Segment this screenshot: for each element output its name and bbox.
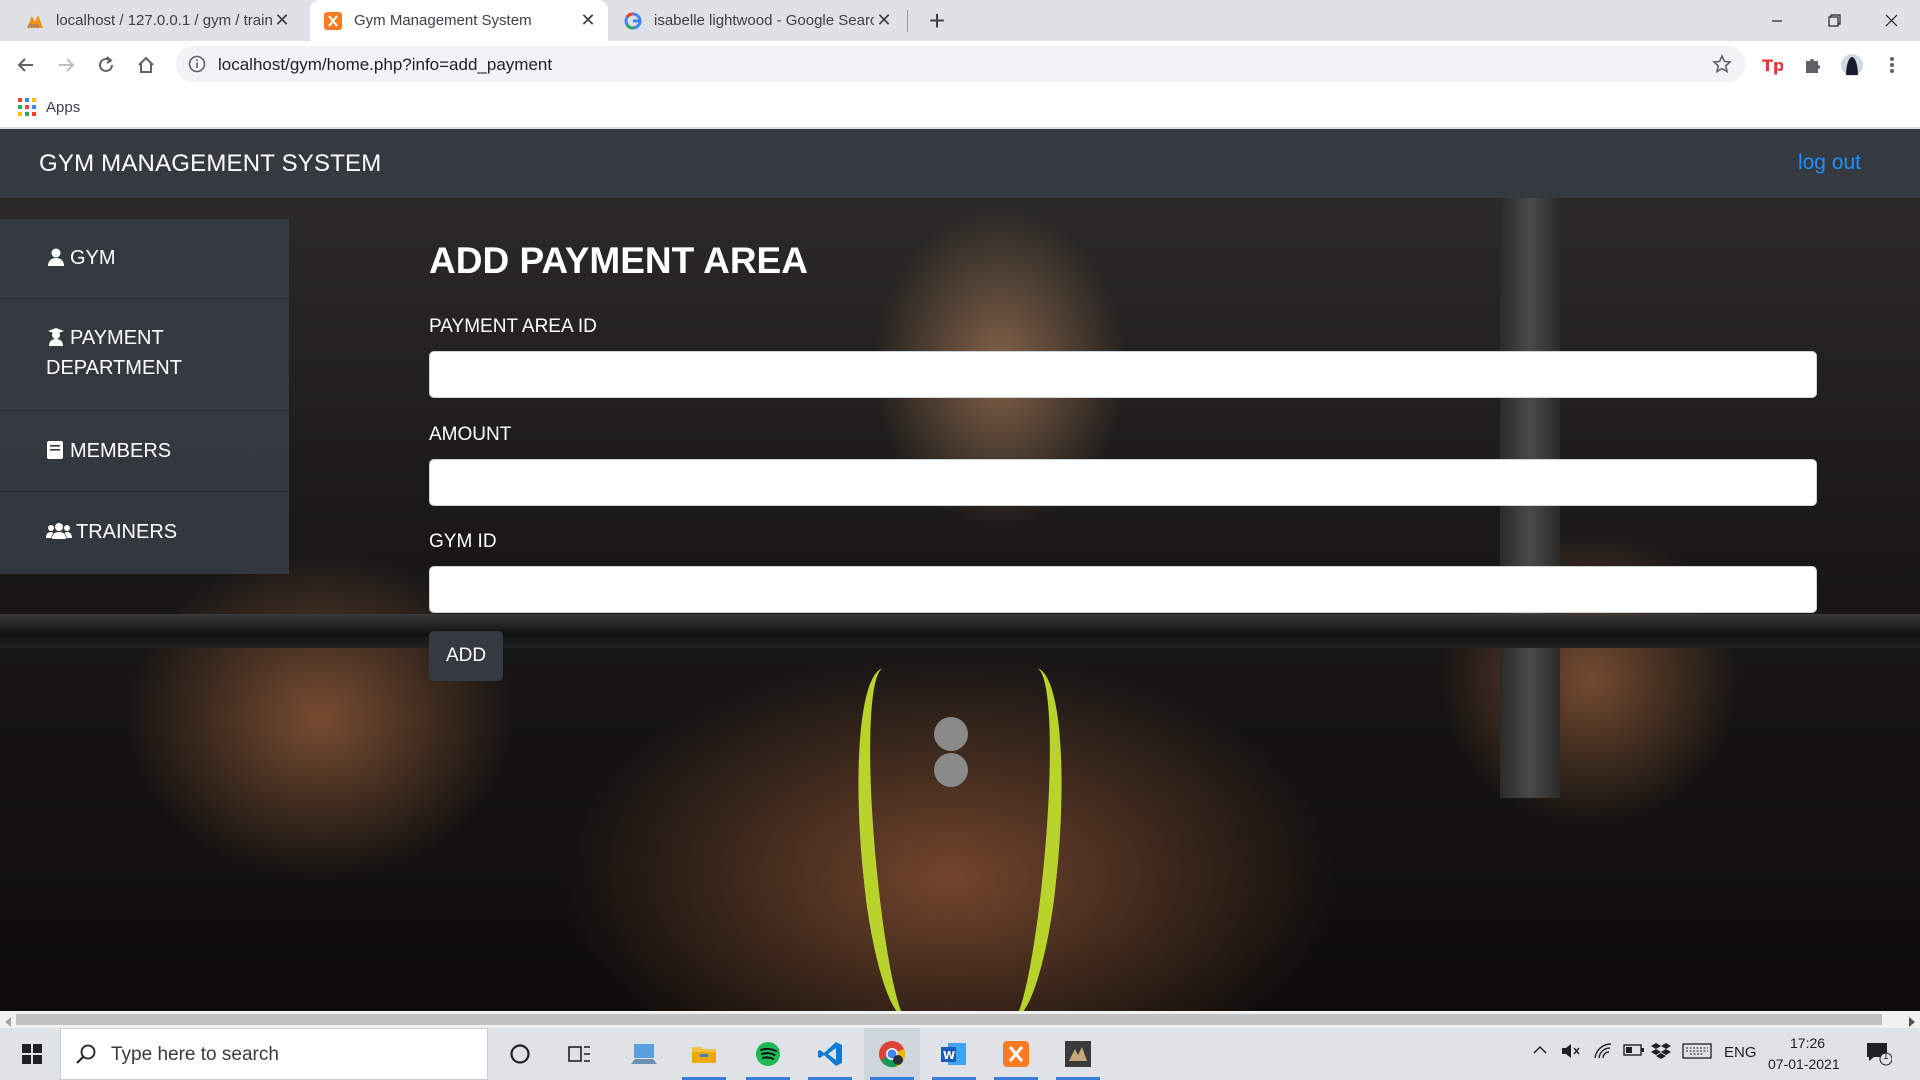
search-placeholder: Type here to search bbox=[111, 1044, 279, 1065]
add-button[interactable]: ADD bbox=[429, 631, 503, 681]
tab-title: isabelle lightwood - Google Search bbox=[654, 12, 874, 29]
url-text: localhost/gym/home.php?info=add_payment bbox=[218, 55, 553, 74]
sports-bra-strap-left bbox=[841, 665, 949, 1011]
app-navbar: GYM MANAGEMENT SYSTEM log out bbox=[0, 129, 1920, 198]
windows-taskbar: Type here to search W ENG 17:26 07-01-20… bbox=[0, 1028, 1920, 1080]
sidebar-item-label: PAYMENT DEPARTMENT bbox=[46, 327, 182, 379]
tp-extension-icon[interactable]: Tp bbox=[1754, 47, 1790, 83]
notification-center-icon[interactable]: 1 bbox=[1866, 1042, 1893, 1071]
app-brand[interactable]: GYM MANAGEMENT SYSTEM bbox=[39, 150, 381, 178]
apps-label: Apps bbox=[46, 98, 81, 116]
tab-separator bbox=[907, 10, 908, 32]
language-indicator[interactable]: ENG bbox=[1724, 1044, 1757, 1061]
bra-detail-dot bbox=[934, 717, 968, 751]
page-title: ADD PAYMENT AREA bbox=[429, 240, 808, 281]
bookmark-star-icon[interactable] bbox=[1712, 54, 1732, 79]
restore-button[interactable] bbox=[1811, 0, 1857, 41]
gym-id-label: GYM ID bbox=[429, 531, 497, 552]
close-tab-icon[interactable]: ✕ bbox=[874, 10, 894, 31]
site-info-icon[interactable] bbox=[188, 55, 206, 78]
back-arrow-icon[interactable] bbox=[8, 47, 44, 83]
home-icon[interactable] bbox=[128, 47, 164, 83]
gym-id-input[interactable] bbox=[429, 566, 1817, 613]
reload-icon[interactable] bbox=[88, 47, 124, 83]
book-icon bbox=[46, 439, 66, 459]
clock-time[interactable]: 17:26 bbox=[1790, 1035, 1825, 1051]
task-view-icon[interactable] bbox=[552, 1028, 608, 1080]
wifi-icon[interactable] bbox=[1593, 1042, 1613, 1065]
notification-count: 1 bbox=[1883, 1051, 1889, 1062]
browser-tab-google[interactable]: isabelle lightwood - Google Search ✕ bbox=[610, 0, 904, 41]
spotify-icon[interactable] bbox=[740, 1028, 796, 1080]
sidebar-item-payment-department[interactable]: PAYMENT DEPARTMENT bbox=[0, 299, 289, 411]
sidebar-item-label: GYM bbox=[70, 247, 116, 269]
tab-title: localhost / 127.0.0.1 / gym / trainers bbox=[56, 12, 272, 29]
bra-detail-dot bbox=[934, 753, 968, 787]
sidebar-item-trainers[interactable]: TRAINERS bbox=[0, 492, 289, 574]
battery-icon[interactable] bbox=[1623, 1043, 1645, 1062]
tab-title: Gym Management System bbox=[354, 12, 532, 29]
close-tab-icon[interactable]: ✕ bbox=[272, 10, 292, 31]
browser-toolbar: localhost/gym/home.php?info=add_payment … bbox=[0, 41, 1920, 88]
file-explorer-icon[interactable] bbox=[676, 1028, 732, 1080]
google-icon bbox=[624, 12, 642, 30]
taskbar-search-box[interactable]: Type here to search bbox=[60, 1028, 488, 1080]
close-tab-icon[interactable]: ✕ bbox=[578, 10, 598, 31]
address-bar[interactable]: localhost/gym/home.php?info=add_payment bbox=[176, 46, 1746, 82]
new-tab-button[interactable]: + bbox=[920, 4, 954, 38]
close-window-button[interactable] bbox=[1868, 0, 1914, 41]
browser-tab-phpmyadmin[interactable]: PMA localhost / 127.0.0.1 / gym / traine… bbox=[12, 0, 302, 41]
chrome-menu-icon[interactable] bbox=[1874, 47, 1910, 83]
amount-input[interactable] bbox=[429, 459, 1817, 506]
user-icon bbox=[46, 246, 66, 266]
svg-text:W: W bbox=[943, 1049, 955, 1062]
profile-avatar[interactable] bbox=[1834, 47, 1870, 83]
computer-app-icon[interactable] bbox=[616, 1028, 672, 1080]
chrome-taskbar-icon[interactable] bbox=[864, 1028, 920, 1080]
forward-arrow-icon[interactable] bbox=[48, 47, 84, 83]
bookmarks-bar: Apps bbox=[0, 88, 1920, 128]
user-graduate-icon bbox=[46, 326, 66, 346]
xampp-icon bbox=[324, 11, 342, 30]
sidebar-item-label: MEMBERS bbox=[70, 440, 172, 462]
logout-link[interactable]: log out bbox=[1798, 151, 1861, 175]
svg-text:Tp: Tp bbox=[1762, 56, 1783, 75]
dropbox-icon[interactable] bbox=[1651, 1042, 1671, 1065]
vscode-icon[interactable] bbox=[802, 1028, 858, 1080]
sidebar-item-members[interactable]: MEMBERS bbox=[0, 411, 289, 492]
sports-bra-strap-right bbox=[971, 665, 1079, 1011]
minimize-button[interactable] bbox=[1754, 0, 1800, 41]
sidebar-item-label: TRAINERS bbox=[76, 521, 178, 543]
scrollbar-thumb[interactable] bbox=[16, 1014, 1882, 1025]
svg-text:PMA: PMA bbox=[28, 24, 39, 29]
page-viewport: GYM MANAGEMENT SYSTEM log out GYM PAYMEN… bbox=[0, 129, 1920, 1011]
word-icon[interactable]: W bbox=[926, 1028, 982, 1080]
windows-start-icon[interactable] bbox=[4, 1028, 60, 1080]
amount-label: AMOUNT bbox=[429, 424, 512, 445]
sidebar-item-gym[interactable]: GYM bbox=[0, 219, 289, 299]
barbell bbox=[0, 614, 1920, 648]
extensions-puzzle-icon[interactable] bbox=[1794, 47, 1830, 83]
apps-grid-icon bbox=[18, 98, 36, 116]
horizontal-scrollbar[interactable] bbox=[0, 1011, 1920, 1028]
phpmyadmin-taskbar-icon[interactable] bbox=[1050, 1028, 1106, 1080]
chevron-up-icon[interactable] bbox=[1532, 1042, 1548, 1063]
payment-area-id-input[interactable] bbox=[429, 351, 1817, 398]
browser-tab-gym[interactable]: Gym Management System ✕ bbox=[310, 0, 608, 41]
browser-tab-strip: PMA localhost / 127.0.0.1 / gym / traine… bbox=[0, 0, 1920, 41]
xampp-taskbar-icon[interactable] bbox=[988, 1028, 1044, 1080]
volume-muted-icon[interactable] bbox=[1561, 1042, 1581, 1065]
apps-shortcut[interactable]: Apps bbox=[18, 98, 80, 116]
clock-date[interactable]: 07-01-2021 bbox=[1768, 1056, 1840, 1072]
phpmyadmin-icon: PMA bbox=[26, 12, 44, 30]
sidebar: GYM PAYMENT DEPARTMENT MEMBERS TRAINERS bbox=[0, 219, 289, 574]
payment-area-id-label: PAYMENT AREA ID bbox=[429, 316, 597, 337]
cortana-icon[interactable] bbox=[492, 1028, 548, 1080]
keyboard-icon[interactable] bbox=[1682, 1043, 1712, 1064]
search-icon bbox=[75, 1044, 97, 1071]
users-icon bbox=[46, 520, 72, 540]
